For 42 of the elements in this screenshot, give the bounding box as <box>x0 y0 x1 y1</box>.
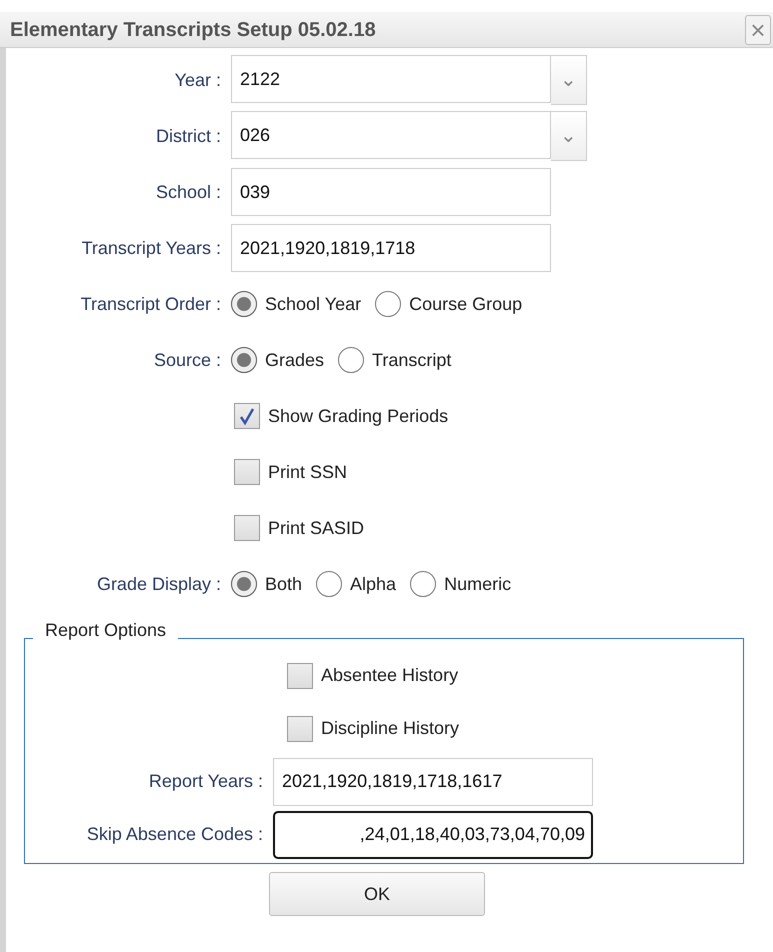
checkbox[interactable] <box>234 515 260 541</box>
radio-label: Grades <box>265 348 324 372</box>
input-field[interactable]: ,24,01,18,40,03,73,04,70,09 <box>273 810 593 858</box>
radio-label: Transcript <box>372 348 452 372</box>
field-label: Report Years : <box>148 770 264 793</box>
dropdown-field[interactable]: 026 <box>231 111 551 159</box>
field-label: Transcript Order : <box>80 292 222 316</box>
field-label: Transcript Years : <box>80 236 222 260</box>
radio-button[interactable] <box>375 291 402 317</box>
field-label: Source : <box>152 348 222 372</box>
radio-label: School Year <box>265 292 362 316</box>
field-label: Skip Absence Codes : <box>86 823 264 846</box>
dialog-title: Elementary Transcripts Setup 05.02.18 <box>10 18 376 42</box>
input-field[interactable]: 039 <box>231 168 551 216</box>
radio-button[interactable] <box>338 347 364 373</box>
checkbox[interactable] <box>287 716 313 742</box>
ok-button[interactable]: OK <box>269 872 485 916</box>
checkbox-label: Print SASID <box>268 516 364 540</box>
field-label: School : <box>154 180 222 204</box>
checkbox-label: Discipline History <box>321 717 460 740</box>
field-label: Grade Display : <box>96 572 222 596</box>
dropdown-field[interactable]: 2122 <box>231 55 551 103</box>
radio-label: Numeric <box>444 572 512 596</box>
radio-button[interactable] <box>231 291 257 317</box>
radio-label: Both <box>265 572 302 596</box>
radio-button[interactable] <box>316 571 342 597</box>
radio-button[interactable] <box>231 571 257 597</box>
radio-label: Alpha <box>350 572 396 596</box>
checkbox-label: Absentee History <box>321 664 458 687</box>
radio-label: Course Group <box>409 292 522 316</box>
checkbox[interactable] <box>287 662 313 688</box>
checkbox[interactable] <box>234 403 260 429</box>
field-label: District : <box>155 124 222 148</box>
input-field[interactable]: 2021,1920,1819,1718 <box>231 224 551 272</box>
radio-button[interactable] <box>410 571 436 597</box>
checkbox-label: Show Grading Periods <box>268 404 448 428</box>
check-icon <box>238 406 256 426</box>
checkbox[interactable] <box>234 459 260 485</box>
field-label: Year : <box>174 68 222 92</box>
checkbox-label: Print SSN <box>268 460 348 484</box>
radio-button[interactable] <box>231 347 257 373</box>
input-field[interactable]: 2021,1920,1819,1718,1617 <box>273 758 593 806</box>
